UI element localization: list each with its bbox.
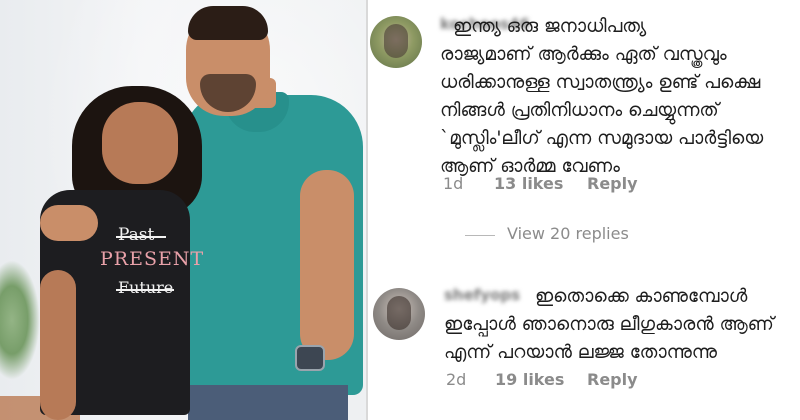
man-arm	[300, 170, 354, 360]
likes-count[interactable]: 19 likes	[495, 370, 564, 389]
reply-button[interactable]: Reply	[587, 370, 638, 389]
watch-icon	[295, 345, 325, 371]
avatar[interactable]	[370, 16, 422, 68]
man-hand-on-shoulder	[40, 205, 98, 241]
avatar[interactable]	[373, 288, 425, 340]
comment-text-line: `മുസ്ലിം'ലീഗ് എന്ന സമുദായ പാർട്ടിയെ	[440, 128, 764, 149]
man-pants	[188, 385, 348, 420]
comment-text-line: ധരിക്കാനുള്ള സ്വാതന്ത്ര്യം ഉണ്ട് പക്ഷെ	[440, 72, 761, 93]
comment-text-line: രാജ്യമാണ് ആർക്കും ഏത് വസ്ത്രവും	[440, 44, 727, 65]
view-replies-label: View 20 replies	[507, 224, 629, 243]
reply-button[interactable]: Reply	[587, 174, 638, 193]
girl-face	[102, 102, 178, 184]
divider	[366, 0, 368, 420]
comment-text-line: ഇതൊക്കെ കാണുമ്പോൾ	[535, 286, 748, 307]
comment-text-line: ഇന്ത്യ ഒരു ജനാധിപത്യ	[453, 16, 647, 37]
strike-future	[116, 289, 174, 291]
avatar-figure	[387, 296, 411, 330]
view-replies-line	[465, 235, 495, 236]
comment-username[interactable]: shefyops	[444, 286, 520, 304]
girl-arm	[40, 270, 76, 420]
avatar-figure	[384, 24, 408, 58]
likes-count[interactable]: 13 likes	[494, 174, 563, 193]
comment-text-line: എന്ന് പറയാൻ ലജ്ജ തോന്നുന്നു	[444, 342, 717, 363]
comment-text-line: നിങ്ങൾ പ്രതിനിധാനം ചെയ്യുന്നത്	[440, 100, 719, 121]
shirt-text-past: Past	[118, 225, 155, 245]
comment-time: 2d	[446, 370, 467, 389]
shirt-text-present: PRESENT	[100, 248, 205, 270]
man-hair	[188, 6, 268, 40]
plant	[0, 260, 40, 380]
strike-past	[116, 236, 166, 238]
shirt-text-future: Future	[118, 278, 174, 297]
comment-time: 1d	[443, 174, 464, 193]
comment-text-line: ഇപ്പോൾ ഞാനൊരു ലീഗുകാരൻ ആണ്	[444, 314, 774, 335]
view-replies-button[interactable]: View 20 replies	[465, 224, 640, 248]
photo-panel: Past PRESENT Future	[0, 0, 366, 420]
